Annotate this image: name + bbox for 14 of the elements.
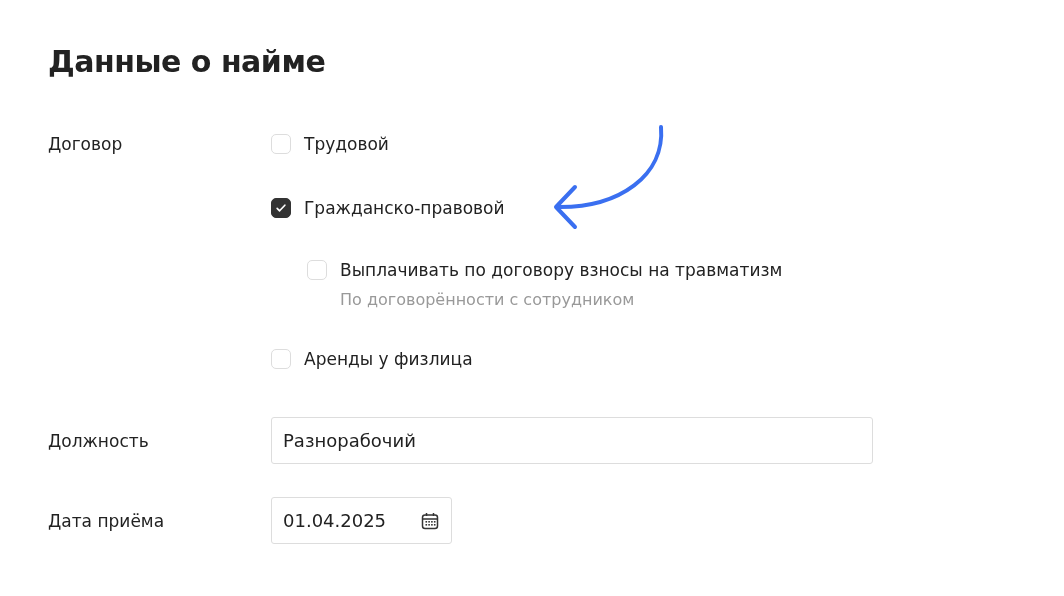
option-label[interactable]: Гражданско-правовой: [304, 196, 505, 220]
check-icon: [274, 201, 288, 215]
text-field[interactable]: Разнорабочий: [271, 417, 873, 464]
calendar-icon[interactable]: [420, 510, 440, 531]
field-label: Договор: [48, 133, 124, 156]
field-label: Должность: [48, 429, 150, 453]
option-label[interactable]: Трудовой: [304, 132, 389, 156]
section-title: Данные о найме: [48, 43, 327, 81]
date-field[interactable]: 01.04.2025: [271, 497, 452, 544]
hint-text: По договорённости с сотрудником: [340, 289, 636, 311]
option-label[interactable]: Аренды у физлица: [304, 347, 473, 371]
option-label[interactable]: Выплачивать по договору взносы на травматизм: [340, 258, 783, 282]
checkbox[interactable]: [271, 198, 291, 218]
field-label: Дата приёма: [48, 509, 166, 533]
